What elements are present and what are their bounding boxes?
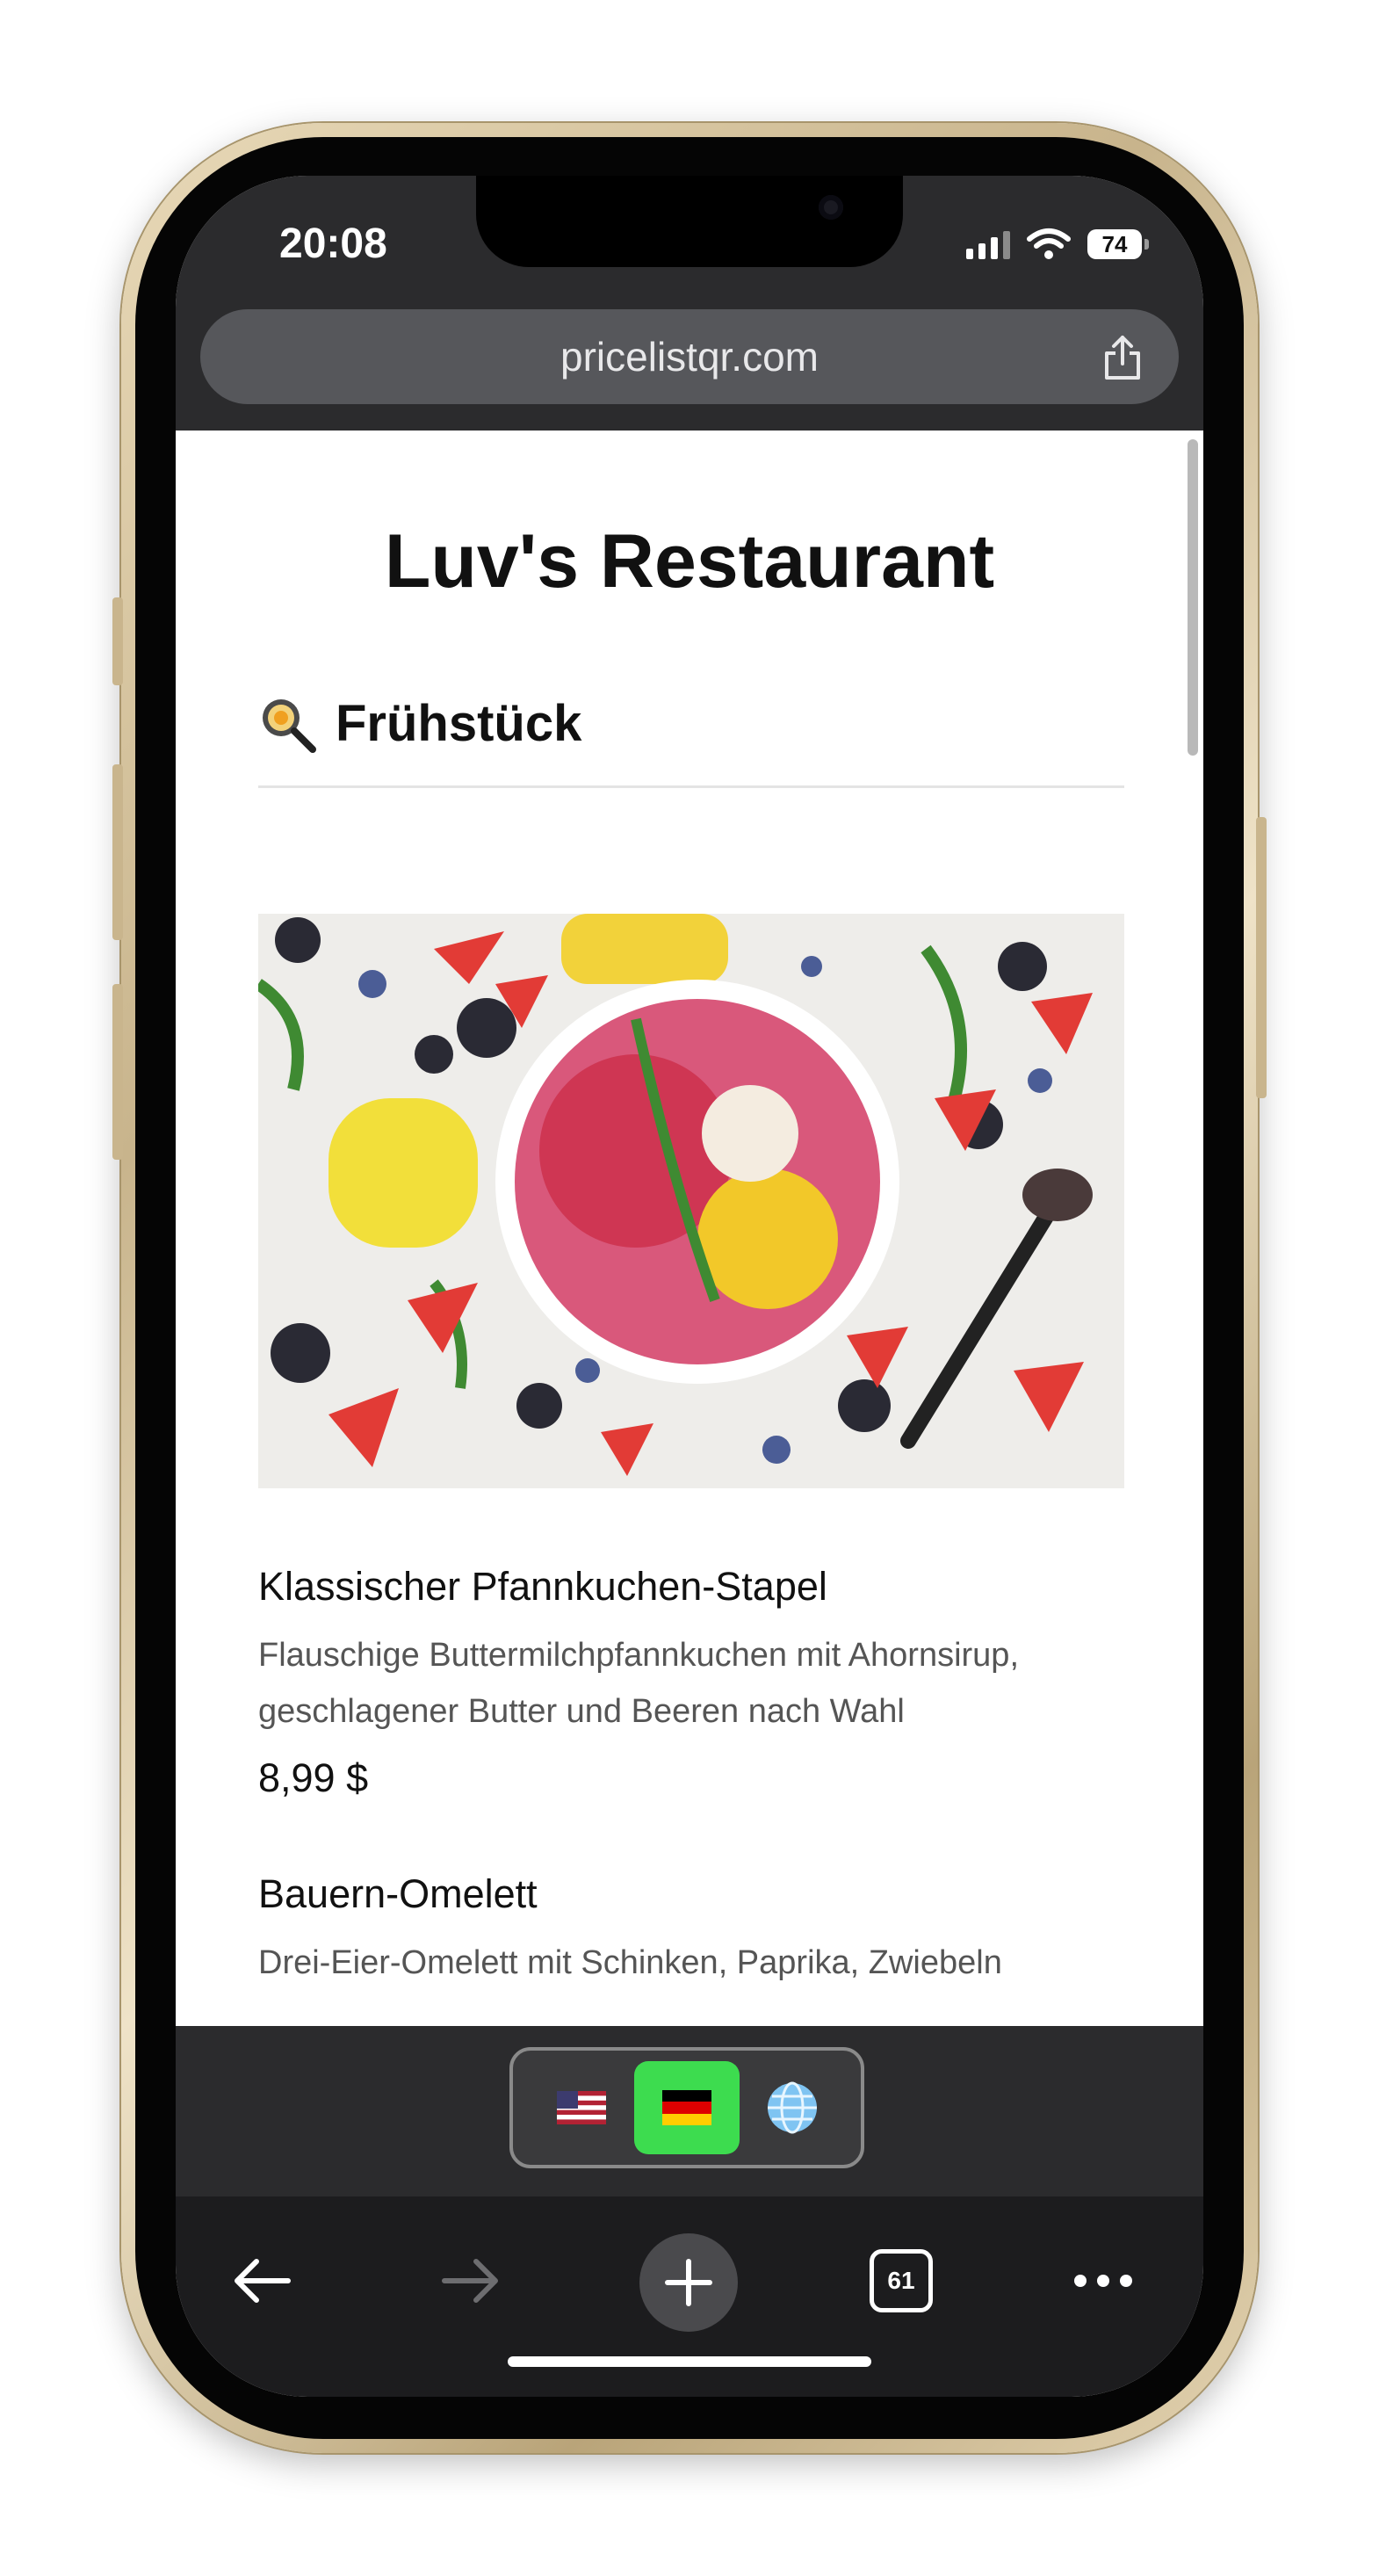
action-button	[112, 597, 123, 685]
language-option-english[interactable]	[529, 2061, 634, 2154]
volume-down-button	[112, 984, 123, 1160]
smoothie-bowl-photo	[258, 914, 1124, 1488]
language-option-auto[interactable]	[740, 2061, 845, 2154]
new-tab-plus-icon	[665, 2259, 712, 2306]
menu-item-description: Flauschige Buttermilchpfannkuchen mit Ah…	[258, 1637, 1020, 1730]
menu-item-price: 8,99 $	[258, 1755, 369, 1800]
web-page[interactable]: Luv's Restaurant Frühstück Klassischer P…	[176, 431, 1203, 2026]
status-indicators: 74	[966, 227, 1149, 262]
tab-count: 61	[887, 2267, 915, 2294]
phone-screen: 20:08 74 pricelistqr.com Luv's Restauran…	[176, 176, 1203, 2397]
globe-icon	[768, 2081, 817, 2134]
section-divider	[258, 785, 1124, 788]
menu-item-name: Klassischer Pfannkuchen-Stapel	[258, 1564, 827, 1609]
power-button	[1256, 817, 1267, 1098]
dynamic-island	[476, 176, 903, 267]
share-icon[interactable]	[1101, 334, 1144, 381]
language-bar	[176, 2026, 1203, 2196]
front-camera	[819, 195, 843, 220]
cellular-signal-icon	[966, 229, 1010, 259]
battery-level: 74	[1101, 230, 1128, 257]
menu-item-description: Drei-Eier-Omelett mit Schinken, Paprika,…	[258, 1944, 1002, 1981]
forward-arrow-icon[interactable]	[436, 2246, 506, 2316]
section-header: Frühstück	[258, 694, 581, 753]
breakfast-bowl-image	[258, 914, 1124, 1488]
tabs-counter-icon[interactable]: 61	[870, 2249, 933, 2312]
new-tab-button[interactable]	[639, 2233, 738, 2332]
frying-pan-icon	[263, 698, 316, 753]
url-text[interactable]: pricelistqr.com	[560, 333, 819, 380]
home-indicator[interactable]	[508, 2356, 871, 2367]
us-flag-icon	[557, 2091, 606, 2124]
status-time: 20:08	[279, 221, 387, 267]
germany-flag-icon	[662, 2090, 711, 2125]
language-option-german[interactable]	[634, 2061, 740, 2154]
page-title: Luv's Restaurant	[384, 519, 995, 604]
back-arrow-icon[interactable]	[227, 2246, 297, 2316]
section-title: Frühstück	[336, 695, 582, 752]
browser-top-bar: 20:08 74 pricelistqr.com	[176, 176, 1203, 431]
language-switcher	[509, 2047, 864, 2168]
menu-item-name: Bauern-Omelett	[258, 1871, 538, 1916]
more-dots-icon[interactable]	[1068, 2246, 1138, 2316]
address-bar[interactable]: pricelistqr.com	[200, 309, 1179, 404]
battery-icon: 74	[1087, 229, 1149, 259]
browser-toolbar: 61	[176, 2196, 1203, 2397]
volume-up-button	[112, 764, 123, 940]
wifi-icon	[1027, 228, 1071, 259]
